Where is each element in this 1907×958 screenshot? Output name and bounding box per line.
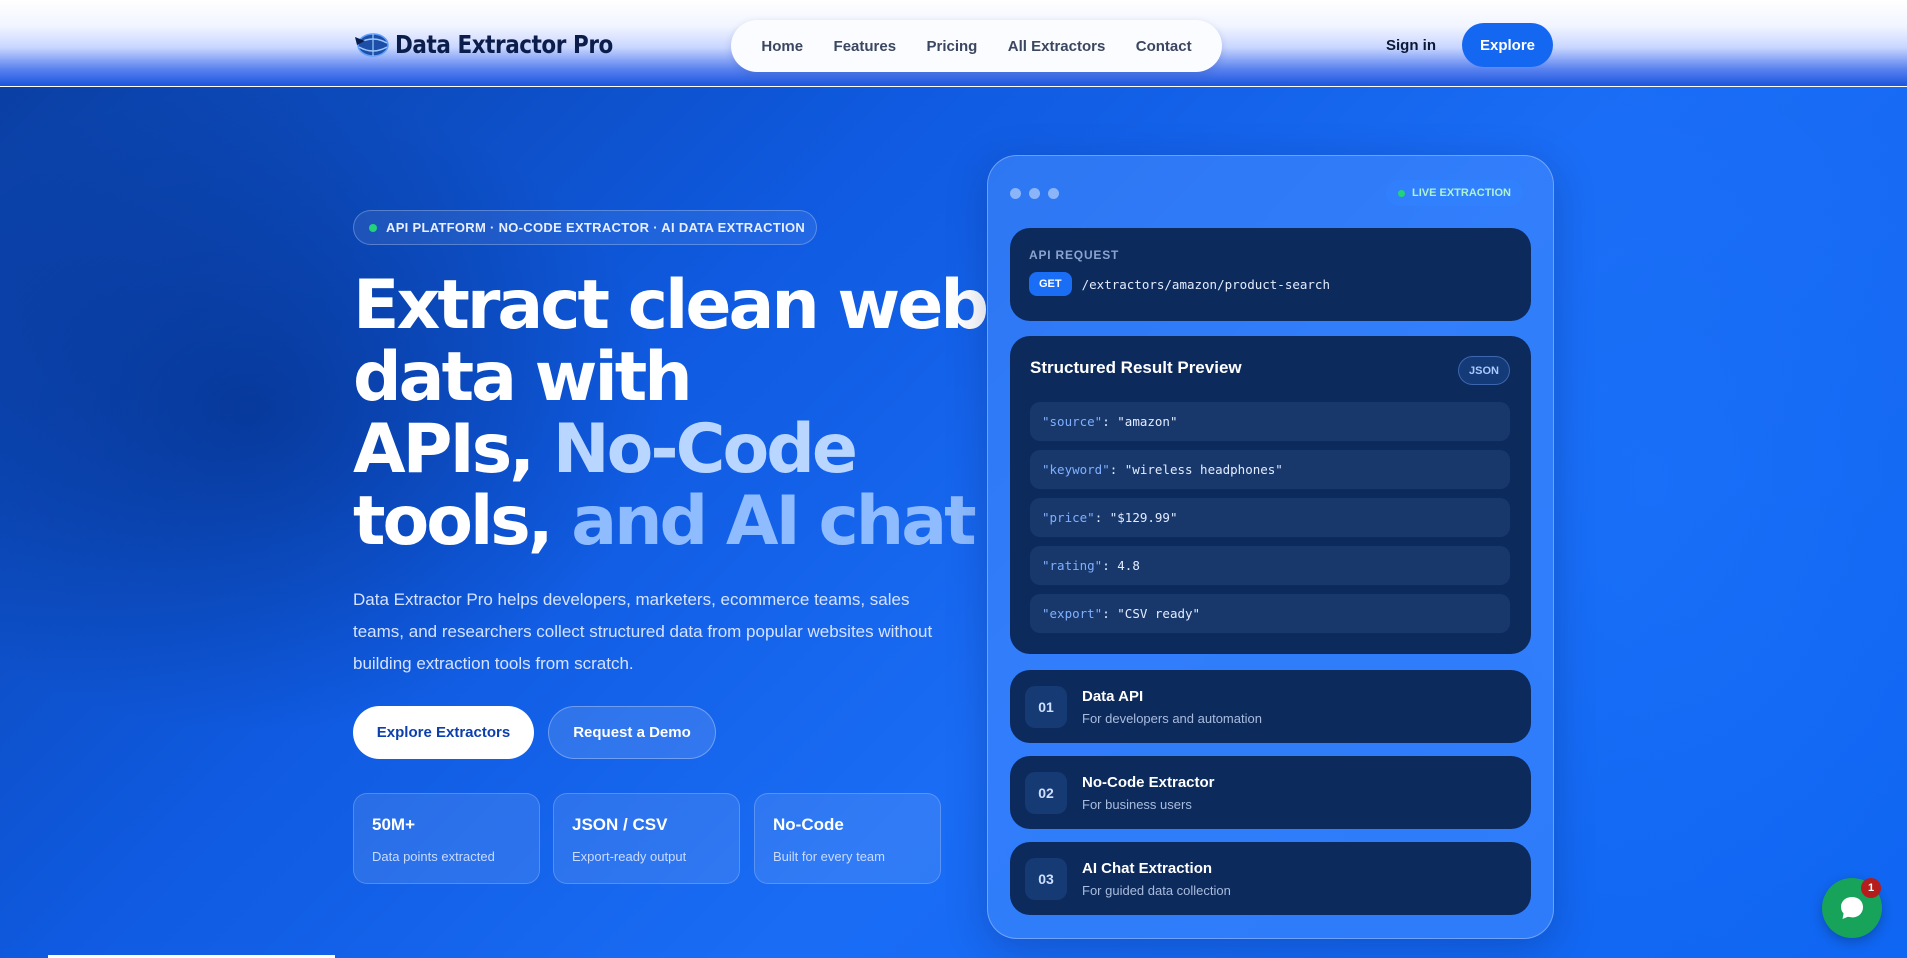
nav-home[interactable]: Home [761, 38, 803, 55]
feature-title: Data API [1082, 687, 1144, 705]
feature-no-code-extractor[interactable]: 02 No-Code Extractor For business users [1010, 756, 1531, 829]
feature-subtitle: For developers and automation [1082, 710, 1262, 726]
explore-button[interactable]: Explore [1462, 23, 1553, 67]
feature-title: No-Code Extractor [1082, 773, 1215, 791]
feature-number: 01 [1025, 685, 1067, 728]
hero-description: Data Extractor Pro helps developers, mar… [353, 590, 933, 673]
api-request-card: API REQUEST GET /extractors/amazon/produ… [1010, 228, 1531, 321]
explore-extractors-button[interactable]: Explore Extractors [353, 706, 534, 759]
hero-title-line-1: Extract clean web [353, 266, 989, 345]
feature-text: Data API For developers and automation [1082, 688, 1262, 726]
extraction-preview-panel: LIVE EXTRACTION API REQUEST GET /extract… [987, 155, 1554, 939]
field-value: : 4.8 [1102, 558, 1140, 573]
window-dots [1010, 188, 1059, 199]
hero-title-apis: APIs, [353, 410, 553, 489]
site-header: Data Extractor Pro Home Features Pricing… [0, 0, 1907, 87]
hero-title-line-2: data with [353, 338, 693, 417]
field-value: : "wireless headphones" [1109, 462, 1283, 477]
feature-subtitle: For business users [1082, 796, 1192, 812]
feature-subtitle: For guided data collection [1082, 882, 1231, 898]
window-dot-icon [1048, 188, 1059, 199]
stat-label: Data points extracted [372, 849, 495, 864]
nav-features[interactable]: Features [834, 38, 897, 55]
page: Data Extractor Pro Home Features Pricing… [0, 0, 1907, 958]
feature-title: AI Chat Extraction [1082, 859, 1213, 877]
feature-ai-chat-extraction[interactable]: 03 AI Chat Extraction For guided data co… [1010, 842, 1531, 915]
result-field-row: "price": "$129.99" [1030, 498, 1510, 537]
field-key: "price" [1042, 510, 1095, 525]
field-value: : "CSV ready" [1102, 606, 1201, 621]
http-method-badge: GET [1029, 272, 1072, 296]
hero-badge: API PLATFORM · NO-CODE EXTRACTOR · AI DA… [353, 210, 817, 245]
stat-label: Built for every team [773, 849, 885, 864]
window-dot-icon [1029, 188, 1040, 199]
logo-icon [355, 32, 389, 57]
feature-number: 02 [1025, 771, 1067, 814]
feature-number: 03 [1025, 857, 1067, 900]
hero-title: Extract clean web data with APIs, No-Cod… [353, 266, 989, 558]
stat-card-export: JSON / CSV Export-ready output [553, 793, 740, 884]
feature-text: AI Chat Extraction For guided data colle… [1082, 860, 1231, 898]
request-demo-button[interactable]: Request a Demo [548, 706, 716, 759]
live-extraction-badge: LIVE EXTRACTION [1385, 180, 1523, 206]
chat-unread-badge: 1 [1861, 878, 1881, 898]
hero-title-tools: tools, [353, 482, 572, 561]
hero-title-ai-chat: and AI chat [571, 482, 976, 561]
result-field-row: "keyword": "wireless headphones" [1030, 450, 1510, 489]
field-value: : "$129.99" [1094, 510, 1178, 525]
window-dot-icon [1010, 188, 1021, 199]
api-request-row: GET /extractors/amazon/product-search [1029, 272, 1512, 296]
nav-all-extractors[interactable]: All Extractors [1008, 38, 1106, 55]
field-key: "export" [1042, 606, 1103, 621]
live-label: LIVE EXTRACTION [1411, 187, 1511, 199]
result-fields: "source": "amazon" "keyword": "wireless … [1030, 402, 1510, 642]
stat-label: Export-ready output [572, 849, 687, 864]
hero-title-line-3: APIs, No-Code [353, 414, 973, 486]
feature-data-api[interactable]: 01 Data API For developers and automatio… [1010, 670, 1531, 743]
api-request-label: API REQUEST [1029, 248, 1120, 262]
live-dot-icon [1397, 189, 1405, 197]
status-dot-icon [369, 223, 377, 232]
logo-text: Data Extractor Pro [395, 30, 613, 59]
logo[interactable]: Data Extractor Pro [355, 30, 648, 59]
hero-title-line-4: tools, and AI chat [353, 486, 977, 558]
stat-card-no-code: No-Code Built for every team [754, 793, 941, 884]
stat-card-data-points: 50M+ Data points extracted [353, 793, 540, 884]
main-nav: Home Features Pricing All Extractors Con… [731, 20, 1222, 72]
nav-pricing[interactable]: Pricing [926, 38, 977, 55]
hero-title-nocode: No-Code [552, 410, 858, 489]
stat-value: JSON / CSV [572, 815, 668, 834]
api-endpoint: /extractors/amazon/product-search [1081, 276, 1330, 292]
field-key: "rating" [1042, 558, 1103, 573]
field-key: "source" [1042, 414, 1103, 429]
signin-link[interactable]: Sign in [1386, 37, 1436, 54]
hero-badge-text: API PLATFORM · NO-CODE EXTRACTOR · AI DA… [386, 220, 806, 235]
field-value: : "amazon" [1102, 414, 1178, 429]
result-preview-card: Structured Result Preview JSON "source":… [1010, 336, 1531, 654]
field-key: "keyword" [1042, 462, 1110, 477]
nav-contact[interactable]: Contact [1136, 38, 1192, 55]
stat-value: No-Code [773, 815, 844, 834]
chat-bubble-icon [1841, 897, 1863, 919]
feature-text: No-Code Extractor For business users [1082, 774, 1215, 812]
result-field-row: "export": "CSV ready" [1030, 594, 1510, 633]
json-badge: JSON [1458, 356, 1510, 385]
result-preview-title: Structured Result Preview [1030, 358, 1242, 377]
result-field-row: "source": "amazon" [1030, 402, 1510, 441]
stat-value: 50M+ [372, 815, 415, 834]
result-field-row: "rating": 4.8 [1030, 546, 1510, 585]
